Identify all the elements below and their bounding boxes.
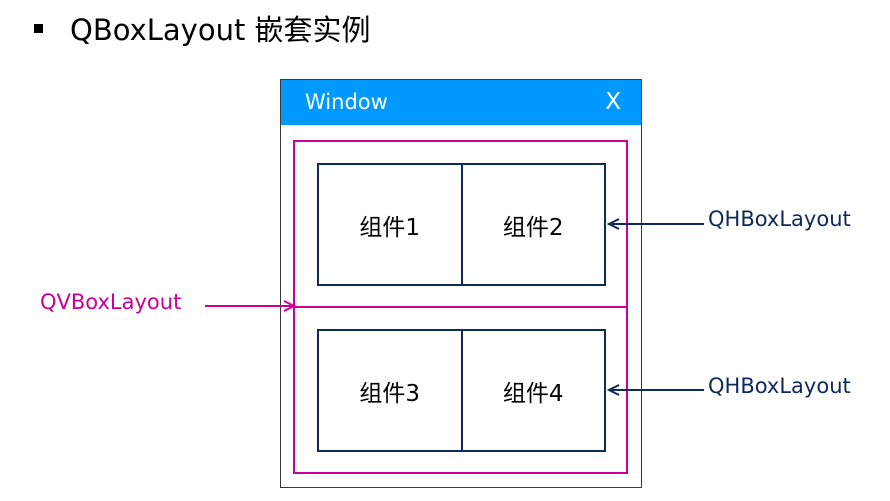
annotation-top-hbox: QHBoxLayout — [708, 207, 851, 231]
arrow-vbox — [205, 300, 297, 312]
annotation-bottom-hbox: QHBoxLayout — [708, 374, 851, 398]
annotation-vbox: QVBoxLayout — [40, 290, 182, 314]
arrow-top-hbox — [606, 218, 704, 230]
arrow-bottom-hbox — [606, 384, 704, 396]
connector-arrows — [205, 218, 704, 396]
